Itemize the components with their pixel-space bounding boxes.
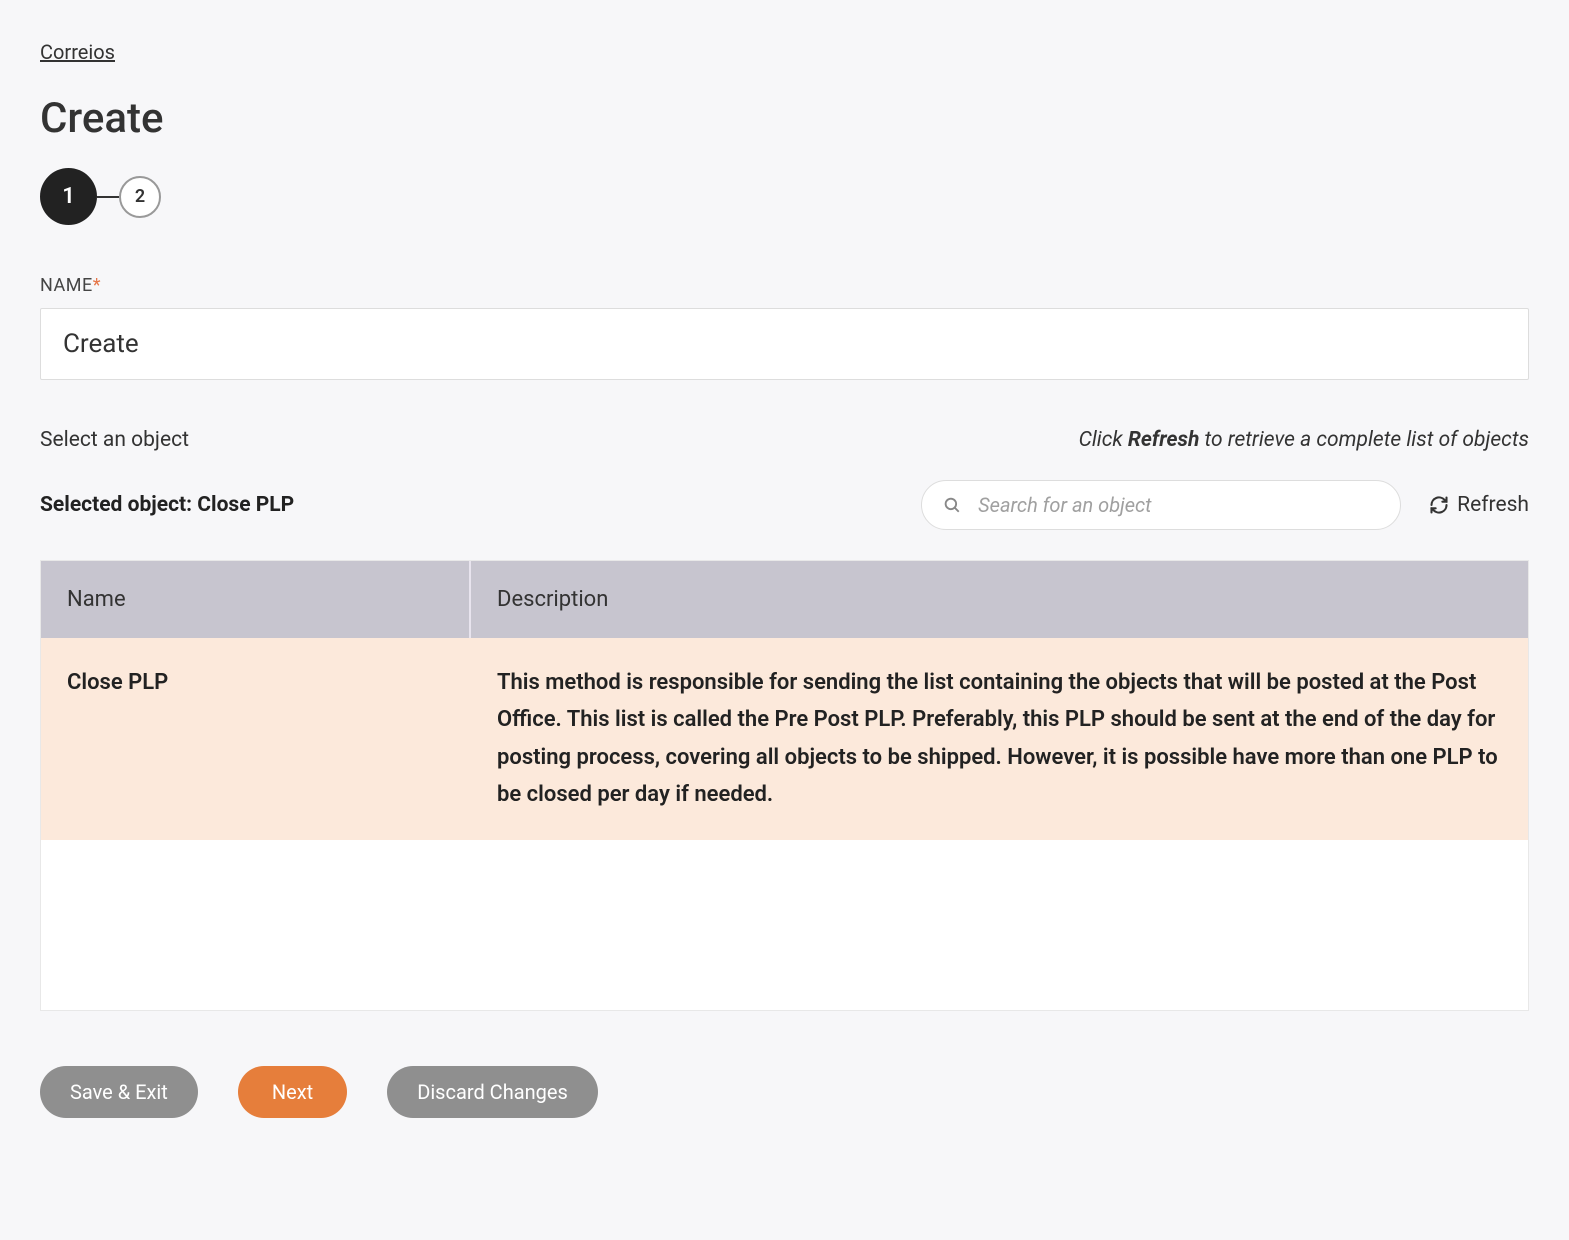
select-object-label: Select an object — [40, 428, 189, 452]
table-body: Close PLP This method is responsible for… — [41, 638, 1528, 1010]
refresh-button[interactable]: Refresh — [1429, 493, 1529, 517]
footer-actions: Save & Exit Next Discard Changes — [40, 1066, 1529, 1118]
search-wrap — [921, 480, 1401, 530]
stepper: 1 2 — [40, 168, 1529, 225]
refresh-label: Refresh — [1457, 493, 1529, 517]
refresh-icon — [1429, 495, 1449, 515]
breadcrumb-link[interactable]: Correios — [40, 40, 115, 64]
step-2[interactable]: 2 — [119, 176, 161, 218]
search-input[interactable] — [921, 480, 1401, 530]
save-exit-button[interactable]: Save & Exit — [40, 1066, 198, 1118]
next-button[interactable]: Next — [238, 1066, 347, 1118]
name-input[interactable] — [40, 308, 1529, 380]
selected-name: Close PLP — [197, 493, 294, 517]
hint-prefix: Click — [1079, 428, 1128, 452]
search-icon — [943, 496, 961, 514]
table-header: Name Description — [41, 561, 1528, 638]
page-title: Create — [40, 94, 1529, 143]
refresh-hint: Click Refresh to retrieve a complete lis… — [1079, 428, 1529, 452]
row-name: Close PLP — [41, 638, 471, 840]
name-label-text: NAME — [40, 275, 93, 296]
step-connector — [97, 196, 119, 198]
selected-object-text: Selected object: Close PLP — [40, 493, 294, 517]
th-description[interactable]: Description — [471, 561, 1528, 638]
th-name[interactable]: Name — [41, 561, 471, 638]
object-table: Name Description Close PLP This method i… — [40, 560, 1529, 1011]
row-description: This method is responsible for sending t… — [471, 638, 1528, 840]
step-1[interactable]: 1 — [40, 168, 97, 225]
discard-button[interactable]: Discard Changes — [387, 1066, 598, 1118]
selected-prefix: Selected object: — [40, 493, 197, 517]
hint-bold: Refresh — [1128, 428, 1199, 452]
table-row[interactable]: Close PLP This method is responsible for… — [41, 638, 1528, 840]
name-label: NAME* — [40, 275, 1529, 296]
hint-suffix: to retrieve a complete list of objects — [1199, 428, 1529, 452]
table-empty — [41, 840, 1528, 1010]
required-asterisk: * — [93, 275, 101, 296]
